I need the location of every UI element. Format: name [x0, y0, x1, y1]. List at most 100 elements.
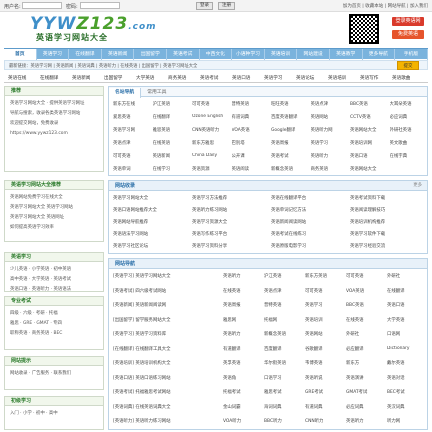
- site-link[interactable]: 英语网站: [311, 114, 348, 120]
- category-link[interactable]: 英语新闻: [72, 75, 90, 81]
- site-link[interactable]: Ozone English: [192, 114, 229, 119]
- right-button-2[interactable]: 免费英语: [392, 30, 424, 39]
- site-link[interactable]: 外研社英语: [390, 127, 427, 133]
- site-link[interactable]: 托福网: [264, 317, 302, 323]
- site-link[interactable]: 英语网站: [305, 331, 343, 337]
- site-link[interactable]: 英语听力: [311, 153, 348, 159]
- site-link[interactable]: 普特英语: [264, 302, 302, 308]
- site-link[interactable]: 英语口语: [350, 153, 387, 159]
- nav-item[interactable]: 英语学习: [37, 49, 70, 60]
- sidebar-line[interactable]: 网站收录 · 广告服务 · 联系我们: [10, 369, 98, 379]
- site-link[interactable]: 英语单词: [113, 166, 150, 172]
- site-link[interactable]: CNN听力: [305, 418, 343, 424]
- site-link[interactable]: 外研社: [346, 331, 384, 337]
- site-link[interactable]: 韦博英语: [305, 360, 343, 366]
- nav-item[interactable]: 出国留学: [134, 49, 167, 60]
- site-link[interactable]: 英语培训网: [350, 140, 387, 146]
- site-link[interactable]: 公开课: [232, 153, 269, 159]
- site-link[interactable]: 大耳朵英语: [390, 101, 427, 107]
- site-link[interactable]: China Daily: [192, 153, 229, 158]
- site-link[interactable]: 英语听力练习网站: [192, 207, 268, 213]
- site-link[interactable]: 百度英语翻译: [271, 114, 308, 120]
- site-link[interactable]: 英语学习: [305, 302, 343, 308]
- site-link[interactable]: 英语学习资料分享: [192, 243, 268, 249]
- site-link[interactable]: 英语学习: [311, 140, 348, 146]
- site-link[interactable]: [英语听力] 英语听力练习网站: [113, 418, 219, 424]
- site-link[interactable]: 英语角: [223, 375, 261, 381]
- site-link[interactable]: VOA听力: [223, 418, 261, 424]
- site-link[interactable]: 雅思英语: [153, 127, 190, 133]
- site-link[interactable]: 普特英语: [232, 101, 269, 107]
- category-link[interactable]: 英语考试: [200, 75, 218, 81]
- site-link[interactable]: GRE考试: [305, 389, 343, 395]
- site-link[interactable]: VOA英语: [346, 288, 384, 294]
- login-button[interactable]: 登录: [196, 2, 213, 10]
- sidebar-line[interactable]: 入门 · 小学 · 初中 · 高中: [10, 409, 98, 419]
- site-link[interactable]: 有道翻译: [223, 346, 261, 352]
- site-link[interactable]: GMAT考试: [346, 389, 384, 395]
- site-link[interactable]: 英语学习资源大全: [192, 219, 268, 225]
- site-link[interactable]: 英语在线翻译平台: [271, 195, 347, 201]
- site-link[interactable]: 必应词典: [390, 114, 427, 120]
- site-link[interactable]: [英语学习] 英语学习网站大全: [113, 273, 219, 279]
- category-link[interactable]: 英语歌曲: [392, 75, 410, 81]
- site-link[interactable]: 必应词典: [346, 404, 384, 410]
- site-link[interactable]: 沪江英语: [153, 101, 190, 107]
- site-link[interactable]: 英语阅读: [232, 166, 269, 172]
- site-link[interactable]: 英语网站大全: [350, 166, 387, 172]
- sidebar-line[interactable]: https://www.yywz123.com: [10, 129, 98, 139]
- site-link[interactable]: 新概念英语: [271, 166, 308, 172]
- site-link[interactable]: 英语听说: [305, 375, 343, 381]
- site-link[interactable]: 旺旺英语: [271, 101, 308, 107]
- site-link[interactable]: 谷歌翻译: [305, 346, 343, 352]
- top-right-links[interactable]: 加为首页 | 收藏本站 | 网站导航 | 加入我们: [343, 3, 428, 9]
- nav-item[interactable]: 首页: [4, 49, 37, 60]
- sidebar-line[interactable]: 高中英语 · 大学英语 · 英语考试: [10, 275, 98, 285]
- site-link[interactable]: [英语考试] 四六级考试网站: [113, 288, 219, 294]
- category-link[interactable]: 商务英语: [168, 75, 186, 81]
- site-link[interactable]: 英语周报: [223, 302, 261, 308]
- site-link[interactable]: 英语资源: [192, 166, 229, 172]
- site-link[interactable]: 英语新闻阅读网站: [271, 219, 347, 225]
- site-link[interactable]: [英语学习] 英语学习资料库: [113, 331, 219, 337]
- site-link[interactable]: 在线翻译: [387, 288, 425, 294]
- site-link[interactable]: 巴别塔: [232, 140, 269, 146]
- site-link[interactable]: 可可英语: [305, 288, 343, 294]
- site-link[interactable]: 英语网站大全: [350, 127, 387, 133]
- site-link[interactable]: BBC听力: [264, 418, 302, 424]
- site-link[interactable]: 有道词典: [305, 404, 343, 410]
- site-link[interactable]: 英语写作练习平台: [192, 231, 268, 237]
- site-logo[interactable]: YYWZ123.com 英语学习网站大全: [30, 14, 156, 48]
- site-link[interactable]: 听力网: [387, 418, 425, 424]
- site-link[interactable]: 戴尔英语: [387, 360, 425, 366]
- site-link[interactable]: 英语培训机构推荐: [350, 219, 426, 225]
- site-link[interactable]: 英语口语网站推荐大全: [113, 207, 189, 213]
- site-link[interactable]: [英语新闻] 英语新闻阅读网: [113, 302, 219, 308]
- site-link[interactable]: 英文歌曲: [390, 140, 427, 146]
- site-link[interactable]: 英语学习经验交流: [350, 243, 426, 249]
- nav-item[interactable]: 小语种学习: [232, 49, 265, 60]
- site-link[interactable]: BEC考试: [387, 389, 425, 395]
- sidebar-line[interactable]: 四级 · 六级 · 考研 · 托福: [10, 309, 98, 319]
- category-link[interactable]: 英语学习: [264, 75, 282, 81]
- tab-tools[interactable]: 常用工具: [141, 88, 172, 98]
- site-link[interactable]: 英语周报: [271, 140, 308, 146]
- site-link[interactable]: 在线英语: [153, 140, 190, 146]
- nav-item[interactable]: 更多导航: [363, 49, 396, 60]
- site-link[interactable]: 雅思网: [223, 317, 261, 323]
- site-link[interactable]: [英语口语] 英语口语练习网站: [113, 375, 219, 381]
- site-link[interactable]: [英语考试] 托福雅思考试网站: [113, 389, 219, 395]
- site-link[interactable]: 英语听力网: [311, 127, 348, 133]
- site-link[interactable]: 口语学习: [264, 375, 302, 381]
- site-link[interactable]: 可可英语: [346, 273, 384, 279]
- site-link[interactable]: 英语学习社区论坛: [113, 243, 189, 249]
- nav-item[interactable]: 英语教学: [330, 49, 363, 60]
- site-link[interactable]: 大学英语: [387, 317, 425, 323]
- site-link[interactable]: 百度翻译: [264, 346, 302, 352]
- sidebar-line[interactable]: 如何提高英语学习效率: [10, 223, 98, 233]
- site-link[interactable]: 爱思英语: [113, 114, 150, 120]
- site-link[interactable]: 口语网: [387, 331, 425, 337]
- password-input[interactable]: [80, 2, 120, 9]
- site-link[interactable]: 在线学习: [153, 166, 190, 172]
- sidebar-line[interactable]: 英语学习网站大全 · 提供英语学习网址: [10, 99, 98, 109]
